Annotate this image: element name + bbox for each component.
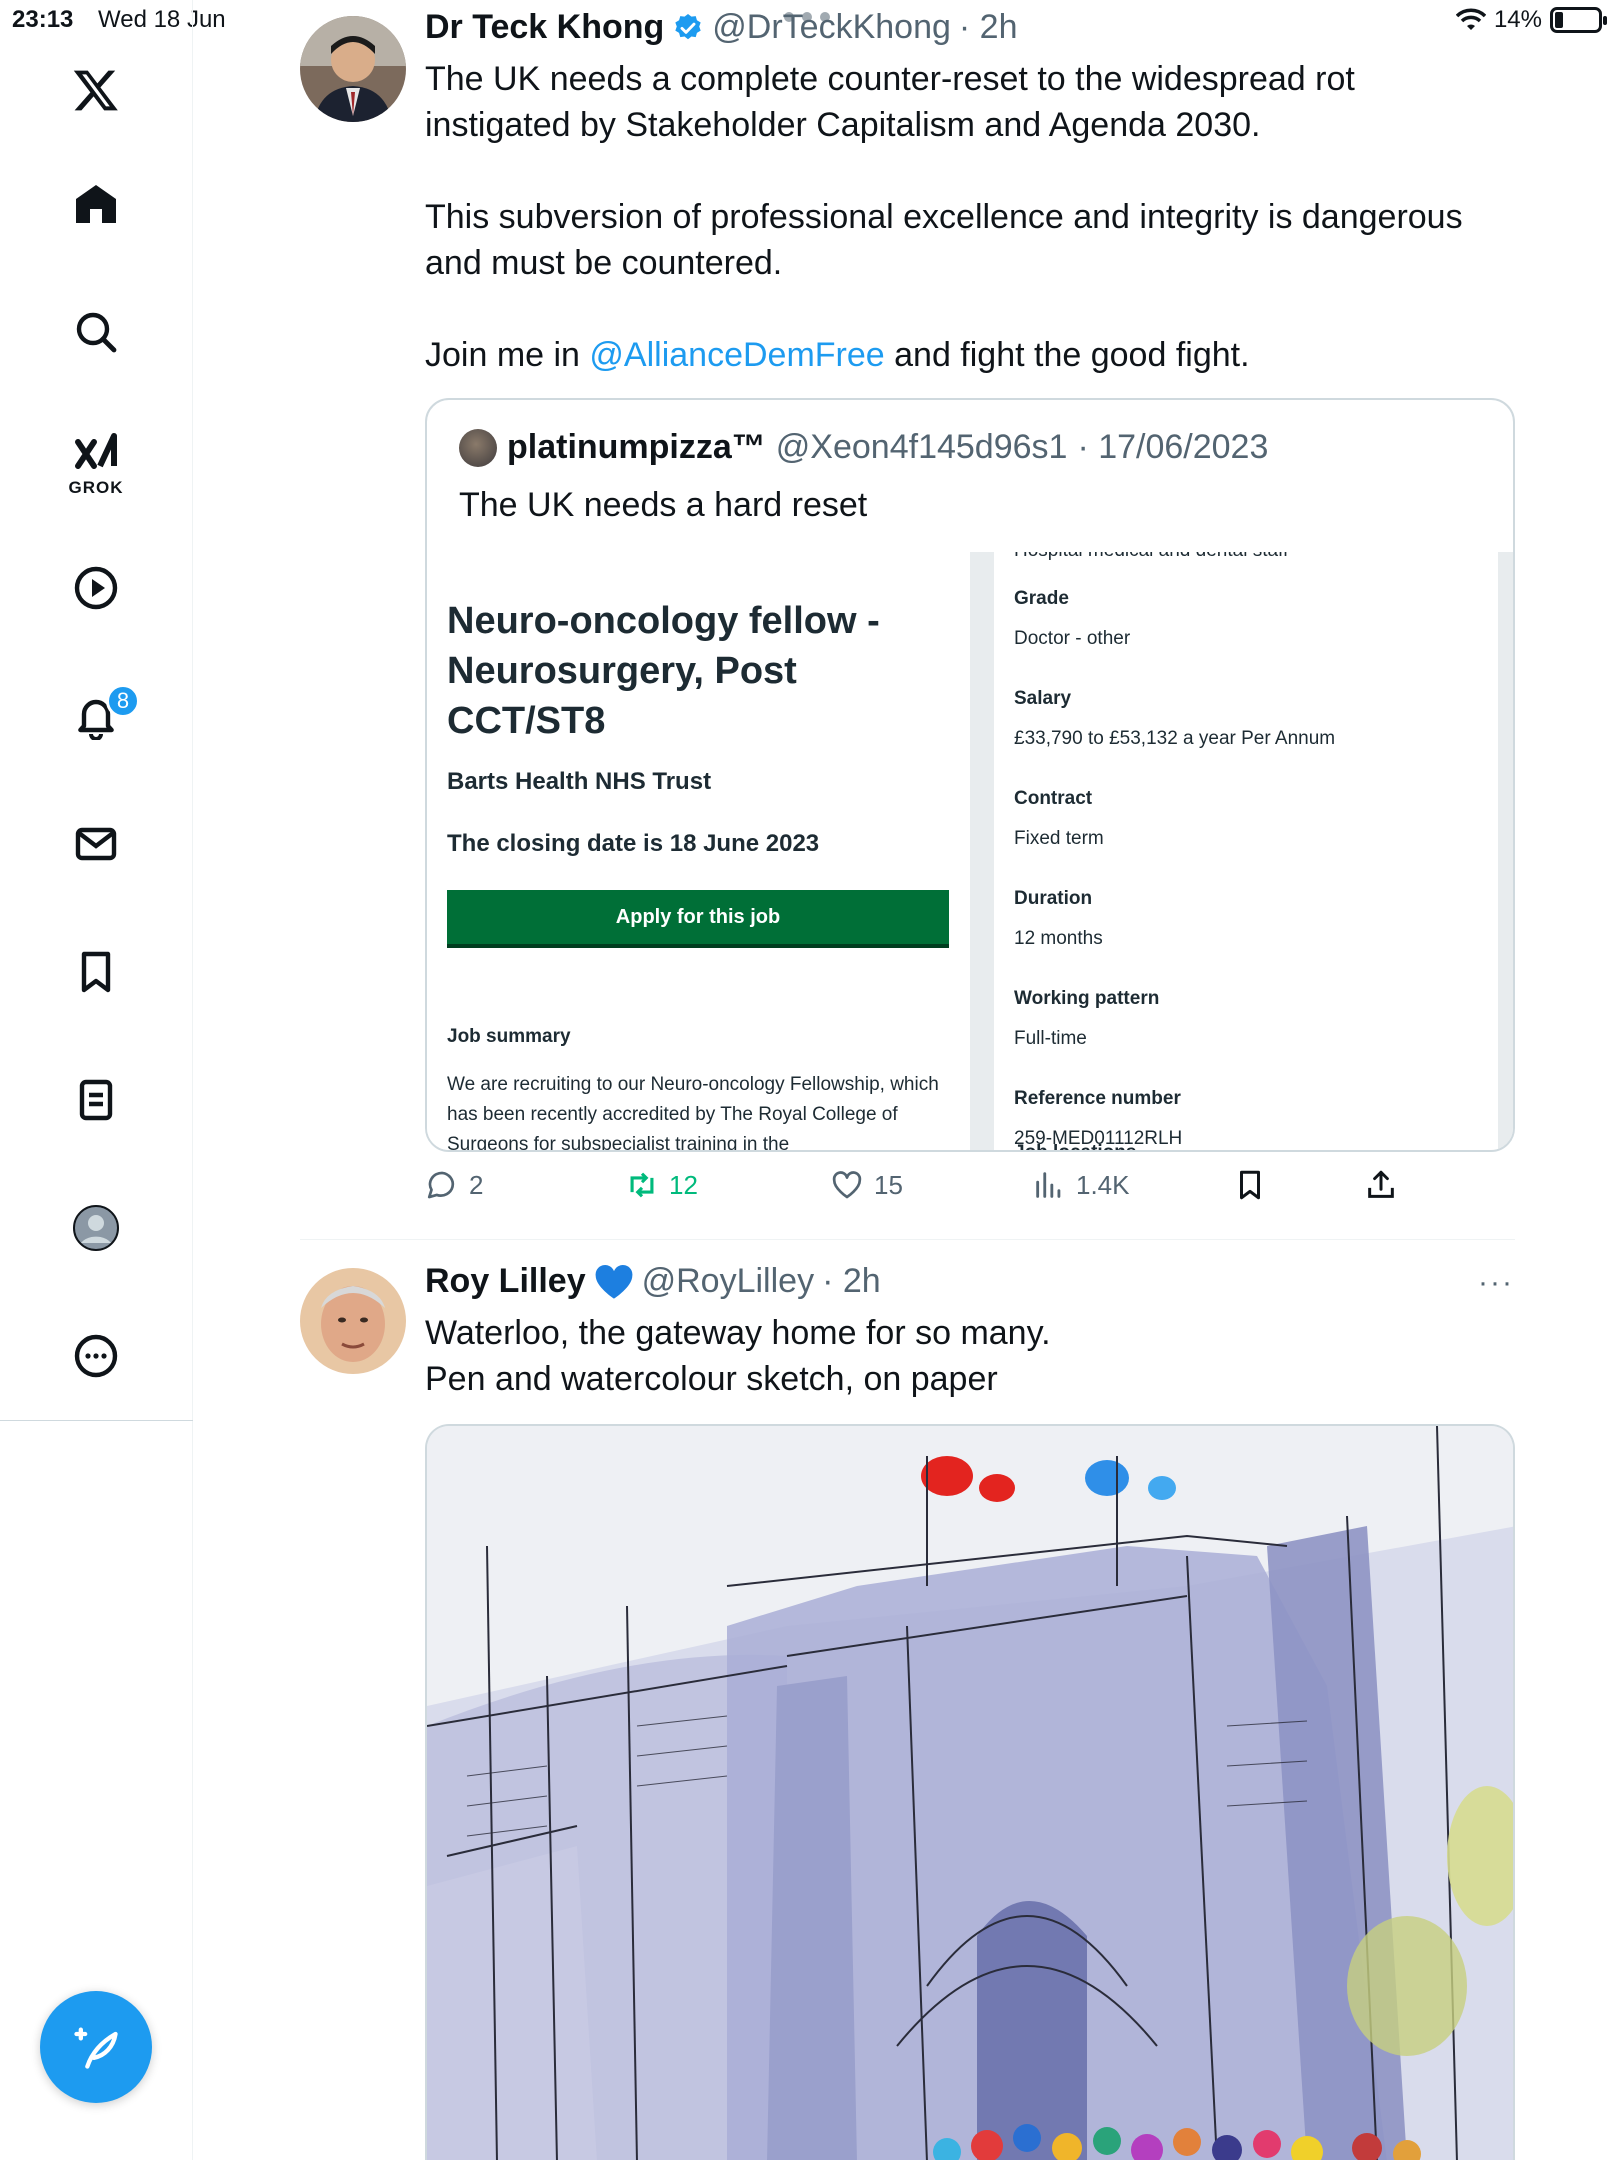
repost-button[interactable]: 12 [625,1168,698,1202]
tweet1-paragraph-3: Join me in @AllianceDemFree and fight th… [425,332,1525,378]
job-field-label: Working pattern [1014,988,1160,1009]
messages-envelope-icon[interactable] [60,808,132,880]
avatar-dr-teck-khong[interactable] [300,16,406,122]
job-field-value: Fixed term [1014,828,1104,849]
tweet1-paragraph-1: The UK needs a complete counter-reset to… [425,60,1355,144]
job-staff-group-cut: Hospital medical and dental staff [1014,552,1288,562]
bookmarks-icon[interactable] [60,936,132,1008]
compose-feather-icon [74,2027,118,2069]
job-locations-cut: Job locations [1014,1142,1136,1150]
like-count: 15 [874,1169,903,1200]
status-right: 14% [1455,6,1607,34]
views-button[interactable]: 1.4K [1032,1168,1130,1202]
tweet1-paragraph-2: This subversion of professional excellen… [425,198,1463,282]
share-upload-icon [1368,1170,1394,1198]
bookmark-icon [1240,1170,1260,1200]
compose-post-button[interactable] [40,1991,152,2103]
job-organisation: Barts Health NHS Trust [447,768,712,795]
search-icon[interactable] [60,296,132,368]
quote-author-name[interactable]: platinumpizza™ [507,428,766,467]
watercolour-sketch-image [427,1426,1513,2160]
tweet1-p3-pre: Join me in [425,336,590,374]
quote-date[interactable]: · 17/06/2023 [1077,428,1268,467]
views-count: 1.4K [1076,1169,1130,1200]
job-field-value: £33,790 to £53,132 a year Per Annum [1014,728,1336,749]
tweet2-author-name[interactable]: Roy Lilley [425,1262,586,1301]
repost-count: 12 [669,1169,698,1200]
quote-text: The UK needs a hard reset [459,486,868,524]
bookmark-button[interactable] [1233,1168,1267,1202]
tweet1-p3-post: and fight the good fight. [884,336,1250,374]
reply-button[interactable]: 2 [425,1168,483,1202]
tweet2-time[interactable]: · 2h [822,1262,881,1301]
job-field-label: Salary [1014,688,1072,709]
avatar-roy-lilley[interactable] [300,1268,406,1374]
mention-alliancedemfree-link[interactable]: @AllianceDemFree [589,336,884,374]
job-right-panel: Hospital medical and dental staff Grade … [994,552,1498,1150]
job-field-label: Duration [1014,888,1093,909]
job-field-value: Doctor - other [1014,628,1131,649]
reply-bubble-icon [427,1171,455,1199]
tweet2-media-watercolour[interactable] [425,1424,1515,2160]
tweet2-header: Roy Lilley @RoyLilley · 2h [425,1262,881,1301]
job-field-label: Grade [1014,588,1069,609]
verified-badge-icon [675,13,701,39]
tweet1-time[interactable]: · 2h [959,8,1018,47]
quote-job-screenshot[interactable]: Neuro-oncology fellow - Neurosurgery, Po… [427,552,1513,1152]
job-summary-text: We are recruiting to our Neuro-oncology … [447,1074,939,1152]
tweet-divider [300,1239,1515,1240]
tweet1-text: The UK needs a complete counter-reset to… [425,56,1525,378]
job-closing-date: The closing date is 18 June 2023 [447,830,820,857]
battery-percent: 14% [1493,6,1542,33]
job-field-value: Full-time [1014,1028,1087,1049]
repost-icon [630,1172,654,1198]
job-field-label: Reference number [1014,1088,1181,1109]
quote-handle[interactable]: @Xeon4f145d96s1 [776,428,1068,467]
tweet1-header: Dr Teck Khong @DrTeckKhong · 2h [425,8,1018,47]
quote-header: platinumpizza™ @Xeon4f145d96s1 · 17/06/2… [459,428,1268,467]
heart-icon [832,1171,862,1199]
reply-count: 2 [469,1169,484,1200]
quote-author-avatar[interactable] [459,428,497,467]
home-icon[interactable] [60,168,132,240]
tweet2-text: Waterloo, the gateway home for so many. … [425,1310,1515,1402]
video-play-icon[interactable] [60,552,132,624]
lists-icon[interactable] [60,1064,132,1136]
wifi-icon [1455,8,1486,30]
job-left-panel: Neuro-oncology fellow - Neurosurgery, Po… [427,552,970,1152]
views-bar-chart-icon [1036,1172,1061,1198]
more-options-icon[interactable] [60,1320,132,1392]
profile-avatar-icon[interactable] [60,1192,132,1264]
tweet2-paragraph: Waterloo, the gateway home for so many. … [425,1314,1051,1398]
sidebar-divider [0,1420,193,1421]
share-button[interactable] [1364,1168,1398,1202]
job-field-value: 12 months [1014,928,1103,949]
blue-heart-icon [595,1264,633,1299]
grok-label: GROK [68,478,124,497]
x-logo-icon[interactable] [60,54,132,126]
job-field-label: Contract [1014,788,1093,809]
tweet2-handle[interactable]: @RoyLilley [642,1262,814,1301]
battery-icon [1550,7,1607,33]
tweet1-handle[interactable]: @DrTeckKhong [712,8,951,47]
tweet1-author-name[interactable]: Dr Teck Khong [425,8,664,47]
sidebar: GROK 8 [0,0,193,2160]
notification-badge: 8 [106,684,140,718]
job-summary-heading: Job summary [447,1026,571,1047]
job-title: Neuro-oncology fellow - Neurosurgery, Po… [447,600,880,742]
quoted-tweet-card[interactable]: platinumpizza™ @Xeon4f145d96s1 · 17/06/2… [425,398,1515,1152]
apply-for-job-button: Apply for this job [447,890,949,948]
tweet2-more-options-button[interactable]: ··· [1478,1266,1514,1300]
like-button[interactable]: 15 [830,1168,903,1202]
